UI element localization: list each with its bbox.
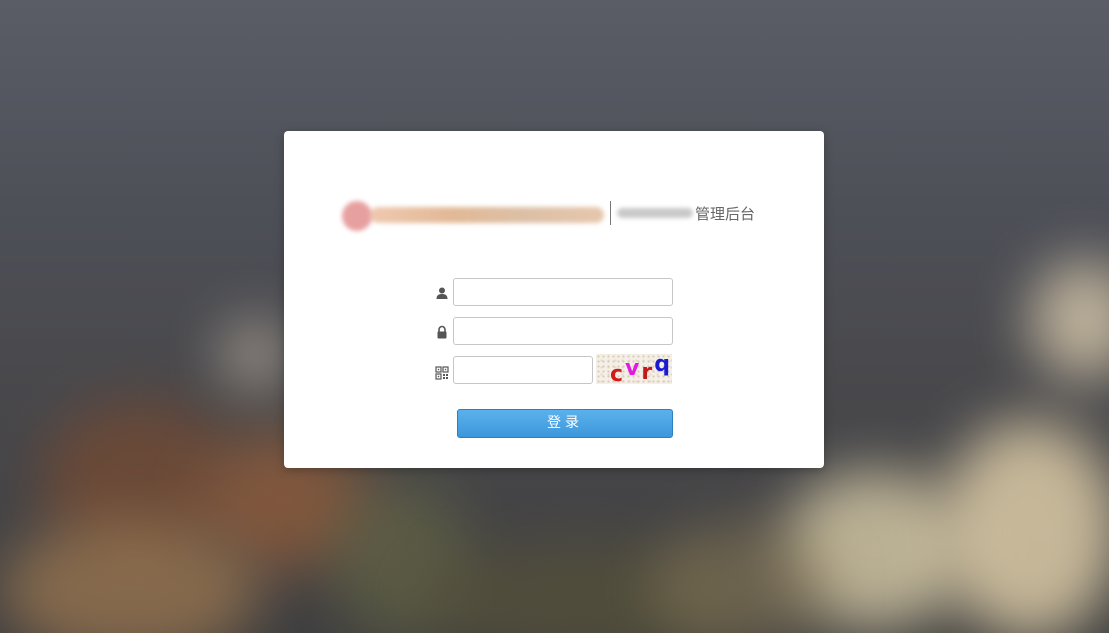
bg-bokeh xyxy=(940,420,1109,633)
captcha-char: v xyxy=(625,356,642,381)
brand-divider xyxy=(610,201,611,225)
brand-header: 管理后台 xyxy=(340,193,755,233)
password-row xyxy=(435,317,673,345)
brand-subtitle-redacted xyxy=(617,208,693,218)
password-input[interactable] xyxy=(453,317,673,345)
logo-wordmark xyxy=(370,207,604,223)
captcha-text: cvrq xyxy=(610,354,672,384)
captcha-input[interactable] xyxy=(453,356,593,384)
captcha-char: r xyxy=(641,360,655,384)
captcha-char: c xyxy=(610,362,626,384)
username-row xyxy=(435,278,673,306)
bg-bokeh xyxy=(1030,260,1109,380)
login-button[interactable]: 登录 xyxy=(457,409,673,438)
captcha-char: q xyxy=(654,354,672,377)
captcha-image[interactable]: cvrq xyxy=(596,354,672,384)
user-icon xyxy=(435,285,449,299)
lock-icon xyxy=(435,324,449,339)
page-title: 管理后台 xyxy=(695,204,756,223)
logo xyxy=(340,196,606,231)
qrcode-icon xyxy=(435,365,449,380)
bg-bokeh xyxy=(220,320,290,390)
logo-mark xyxy=(342,201,372,231)
username-input[interactable] xyxy=(453,278,673,306)
captcha-row xyxy=(435,356,593,384)
